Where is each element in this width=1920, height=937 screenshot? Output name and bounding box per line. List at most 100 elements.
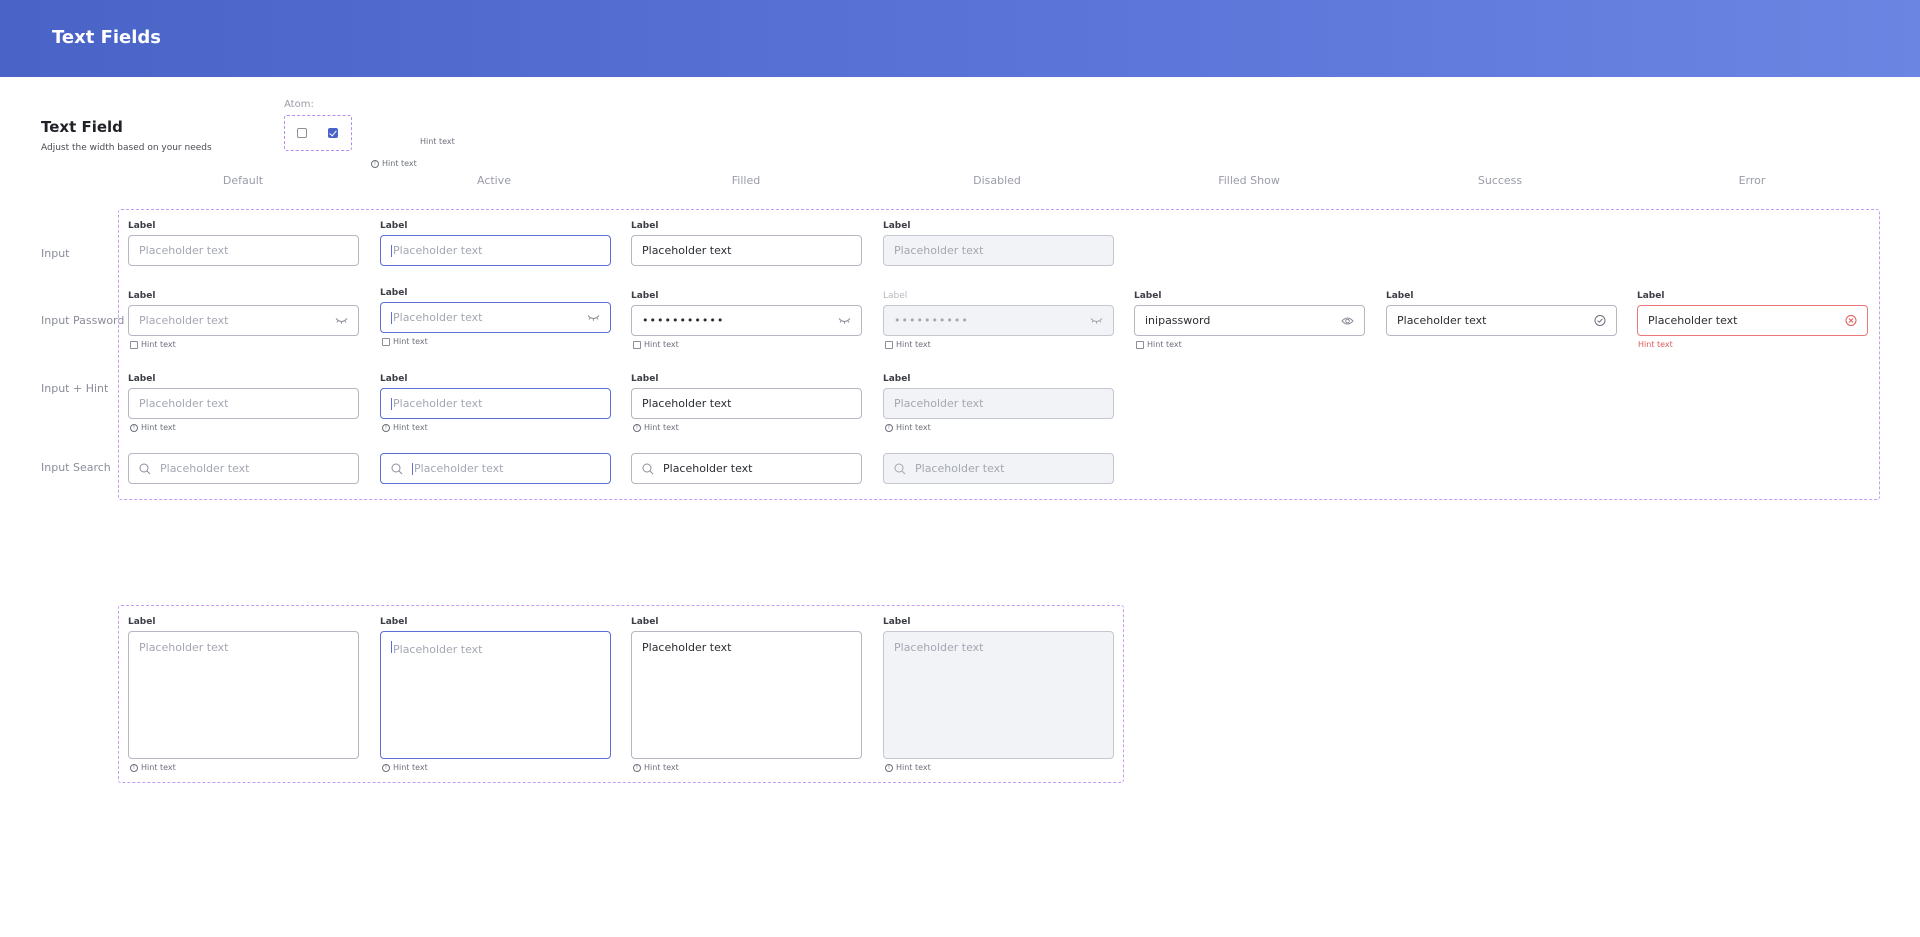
atom-checkbox-group (284, 115, 352, 151)
input-value: Placeholder text (1397, 314, 1487, 327)
password-active[interactable]: Placeholder text (380, 302, 611, 333)
check-circle-icon (1593, 314, 1606, 327)
atom-label: Atom: (284, 99, 314, 110)
textarea-active[interactable]: Placeholder text (380, 631, 611, 759)
field-label: Label (1386, 291, 1414, 301)
input-hint-active[interactable]: Placeholder text (380, 388, 611, 419)
hint-label: Hint text (393, 337, 428, 346)
input-active[interactable]: Placeholder text (380, 235, 611, 266)
field-hint: Hint text (382, 337, 428, 346)
field-label: Label (380, 617, 408, 627)
search-icon (391, 462, 404, 475)
text-cursor (391, 397, 392, 410)
input-placeholder: Placeholder text (139, 397, 229, 410)
search-default[interactable]: Placeholder text (128, 453, 359, 484)
input-default[interactable]: Placeholder text (128, 235, 359, 266)
column-header-error: Error (1738, 174, 1766, 187)
field-hint: Hint text (130, 340, 176, 349)
hint-label: Hint text (393, 423, 428, 432)
input-filled[interactable]: Placeholder text (631, 235, 862, 266)
search-filled[interactable]: Placeholder text (631, 453, 862, 484)
atom-checkbox-checked[interactable] (328, 128, 338, 138)
field-hint: ! Hint text (885, 423, 931, 432)
hint-checkbox[interactable] (633, 340, 641, 349)
section-subtitle: Adjust the width based on your needs (41, 143, 212, 153)
eye-closed-icon[interactable] (587, 311, 600, 324)
field-label: Label (883, 617, 911, 627)
password-filled[interactable]: ••••••••••• (631, 305, 862, 336)
password-default[interactable]: Placeholder text (128, 305, 359, 336)
input-hint-filled[interactable]: Placeholder text (631, 388, 862, 419)
field-label: Label (128, 291, 156, 301)
eye-closed-icon[interactable] (335, 314, 348, 327)
textarea-placeholder: Placeholder text (894, 641, 984, 654)
textarea-filled[interactable]: Placeholder text (631, 631, 862, 759)
field-label: Label (883, 374, 911, 384)
hint-label: Hint text (644, 423, 679, 432)
password-filled-show[interactable]: inipassword (1134, 305, 1365, 336)
hint-label: Hint text (896, 423, 931, 432)
field-label: Label (380, 221, 408, 231)
textarea-value: Placeholder text (642, 641, 732, 654)
atom-hint-label: Hint text (382, 159, 417, 168)
field-label: Label (128, 374, 156, 384)
hint-checkbox[interactable] (1136, 340, 1144, 349)
hint-checkbox[interactable] (885, 340, 893, 349)
input-hint-default[interactable]: Placeholder text (128, 388, 359, 419)
info-icon: ! (885, 763, 893, 772)
input-placeholder: Placeholder text (414, 462, 504, 475)
page-title: Text Fields (52, 27, 162, 48)
info-icon: ! (382, 423, 390, 432)
column-header-filled: Filled (731, 174, 761, 187)
hint-label: Hint text (1147, 340, 1182, 349)
search-icon (139, 462, 152, 475)
eye-closed-icon[interactable] (838, 314, 851, 327)
column-header-active: Active (476, 174, 512, 187)
input-placeholder: Placeholder text (915, 462, 1005, 475)
info-icon: ! (371, 159, 379, 168)
atom-checkbox-unchecked[interactable] (297, 128, 307, 138)
field-label: Label (631, 291, 659, 301)
atom-hint-text: Hint text (420, 137, 455, 146)
text-cursor (391, 311, 392, 324)
text-cursor (412, 462, 413, 475)
password-mask: ••••••••••• (642, 314, 725, 327)
field-hint: ! Hint text (885, 763, 931, 772)
field-hint: ! Hint text (382, 763, 428, 772)
row-header-input-password: Input Password (41, 314, 125, 327)
input-value: Placeholder text (1648, 314, 1738, 327)
input-placeholder: Placeholder text (393, 311, 483, 324)
search-active[interactable]: Placeholder text (380, 453, 611, 484)
field-label: Label (1134, 291, 1162, 301)
search-disabled: Placeholder text (883, 453, 1114, 484)
field-hint: ! Hint text (633, 763, 679, 772)
input-value: Placeholder text (642, 397, 732, 410)
column-header-success: Success (1477, 174, 1523, 187)
eye-closed-icon (1090, 314, 1103, 327)
column-header-filled-show: Filled Show (1218, 174, 1280, 187)
input-placeholder: Placeholder text (894, 397, 984, 410)
textarea-placeholder: Placeholder text (139, 641, 229, 654)
eye-icon[interactable] (1341, 314, 1354, 327)
field-hint: Hint text (633, 340, 679, 349)
hint-checkbox[interactable] (382, 337, 390, 346)
input-placeholder: Placeholder text (894, 244, 984, 257)
info-icon: ! (885, 423, 893, 432)
page-header: Text Fields (0, 0, 1920, 77)
input-success[interactable]: Placeholder text (1386, 305, 1617, 336)
field-hint: ! Hint text (130, 763, 176, 772)
field-label: Label (883, 221, 911, 231)
field-label: Label (631, 374, 659, 384)
info-icon: ! (130, 763, 138, 772)
field-label: Label (128, 617, 156, 627)
input-hint-disabled: Placeholder text (883, 388, 1114, 419)
hint-checkbox[interactable] (130, 340, 138, 349)
field-label: Label (128, 221, 156, 231)
error-circle-icon[interactable] (1844, 314, 1857, 327)
hint-label: Hint text (141, 423, 176, 432)
field-hint: ! Hint text (633, 423, 679, 432)
field-hint: ! Hint text (382, 423, 428, 432)
column-header-default: Default (222, 174, 264, 187)
textarea-default[interactable]: Placeholder text (128, 631, 359, 759)
input-error[interactable]: Placeholder text (1637, 305, 1868, 336)
